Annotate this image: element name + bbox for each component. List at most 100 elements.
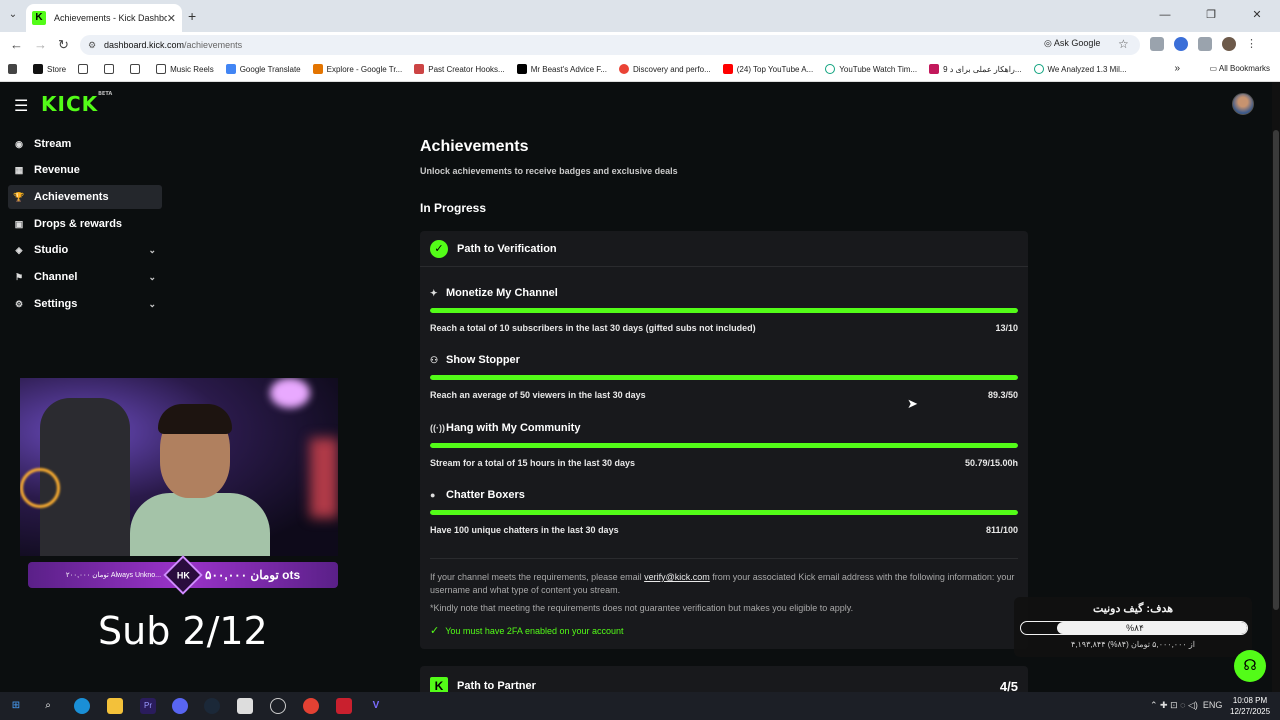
store-icon[interactable] [237, 698, 253, 714]
system-tray[interactable]: ⌃ ✚ ⊡ ◌ ◁) ENG [1150, 700, 1222, 711]
windows-start-icon[interactable]: ⊞ [8, 698, 24, 714]
achievement-name: Chatter Boxers [446, 489, 525, 501]
file-explorer-icon[interactable] [107, 698, 123, 714]
steam-icon[interactable] [204, 698, 220, 714]
achievement-desc: Have 100 unique chatters in the last 30 … [430, 525, 619, 535]
extension-icon[interactable] [1174, 37, 1188, 51]
tab-search-icon[interactable]: ⌄ [6, 8, 20, 22]
bookmark-star-icon[interactable]: ☆ [1118, 37, 1129, 51]
chrome-icon[interactable] [303, 698, 319, 714]
sidebar-item-label: Revenue [34, 164, 80, 176]
extension-icon[interactable] [1150, 37, 1164, 51]
all-bookmarks[interactable]: ▭ All Bookmarks [1210, 64, 1270, 73]
users-icon: ⚇ [430, 354, 439, 365]
forward-icon[interactable]: → [34, 37, 47, 52]
bookmark[interactable]: Mr Beast's Advice F... [516, 64, 607, 74]
more-menu-icon[interactable]: ⋮ [1246, 37, 1257, 51]
bookmark[interactable]: Discovery and perfo... [618, 64, 711, 74]
sidebar-item-drops-rewards[interactable]: ▣ Drops & rewards [8, 212, 162, 236]
sidebar-item-studio[interactable]: ◈ Studio ⌄ [8, 238, 162, 262]
scrollbar[interactable] [1272, 82, 1280, 692]
back-icon[interactable]: ← [10, 37, 23, 52]
close-window-icon[interactable]: ✕ [1234, 0, 1280, 30]
app-icon[interactable] [336, 698, 352, 714]
language-indicator[interactable]: ENG [1203, 700, 1223, 710]
ask-google-button[interactable]: ◎ Ask Google [1044, 38, 1100, 49]
achievement-name: Hang with My Community [446, 422, 581, 434]
verify-email-link[interactable]: verify@kick.com [644, 572, 710, 582]
donation-left: ۲۰۰,۰۰۰ تومان Always Unkno... [65, 572, 162, 579]
partner-card[interactable]: K Path to Partner 4/5 [420, 666, 1028, 692]
goal-bar: %۸۴ [1020, 621, 1248, 635]
bookmark[interactable]: Google Translate [225, 64, 301, 74]
sidebar-item-stream[interactable]: ◉ Stream [8, 132, 162, 156]
menu-icon[interactable]: ☰ [14, 96, 28, 116]
mouse-cursor-icon: ➤ [907, 396, 918, 411]
site-info-icon[interactable]: ⚙ [88, 35, 96, 55]
sub-counter: Sub 2/12 [98, 609, 268, 653]
goal-percent: %۸۴ [1126, 623, 1144, 633]
browser-tab[interactable]: K Achievements - Kick Dashboard ✕ [26, 4, 182, 32]
bookmark[interactable]: 9 راهکار عملی برای د... [929, 64, 1022, 74]
sidebar-item-channel[interactable]: ⚑ Channel ⌄ [8, 265, 162, 289]
bookmark-folder[interactable] [104, 64, 118, 74]
premiere-icon[interactable]: Pr [140, 698, 156, 714]
chart-icon: ▦ [14, 164, 24, 175]
bookmark-folder[interactable] [78, 64, 92, 74]
broadcast-icon: ((·)) [430, 423, 445, 433]
card-title: Path to Verification [457, 242, 557, 255]
verification-note: *Kindly note that meeting the requiremen… [430, 603, 854, 613]
chevron-down-icon: ⌄ [148, 298, 156, 309]
clock-icon[interactable] [270, 698, 286, 714]
kick-logo[interactable]: KICKBETA [41, 91, 112, 116]
support-chat-icon[interactable]: ☊ [1234, 650, 1266, 682]
tab-title: Achievements - Kick Dashboard [54, 13, 167, 23]
bookmark-folder[interactable]: Music Reels [156, 64, 214, 74]
page-icon [929, 64, 940, 74]
reload-icon[interactable]: ↻ [58, 37, 69, 53]
avatar[interactable] [1232, 93, 1254, 115]
tab-close-icon[interactable]: ✕ [167, 12, 176, 25]
edge-icon[interactable] [74, 698, 90, 714]
clock[interactable]: 10:08 PM 12/27/2025 [1230, 695, 1270, 717]
url-field[interactable]: ⚙ dashboard.kick.com/achievements [80, 35, 1140, 55]
tiktok-icon [516, 64, 527, 74]
folder-icon [156, 64, 167, 74]
minimize-icon[interactable]: — [1142, 0, 1188, 30]
progress-bar [430, 308, 1018, 313]
profile-icon[interactable] [1222, 37, 1236, 51]
bookmark[interactable]: Store [33, 64, 66, 74]
puzzle-icon[interactable] [1198, 37, 1212, 51]
bookmark[interactable]: YouTube Watch Tim... [825, 64, 917, 74]
sidebar-item-label: Studio [34, 244, 69, 256]
twofa-requirement: ✓ You must have 2FA enabled on your accou… [430, 624, 624, 637]
sidebar-item-revenue[interactable]: ▦ Revenue [8, 158, 162, 182]
donation-goal-widget: هدف: گیف دونیت %۸۴ ۴,۱۹۳,۸۴۴ از ۵,۰۰۰,۰۰… [1014, 597, 1252, 657]
restore-icon[interactable]: ❐ [1188, 0, 1234, 30]
trophy-icon: 🏆 [13, 191, 25, 202]
bookmark-folder[interactable] [130, 64, 144, 74]
apps-icon[interactable] [8, 64, 21, 74]
progress-bar [430, 510, 1018, 515]
bookmark[interactable]: (24) Top YouTube A... [722, 64, 813, 74]
progress-fill [430, 443, 1018, 448]
verification-card: ✓ Path to Verification ✦ Monetize My Chan… [420, 231, 1028, 649]
url-path: /achievements [184, 40, 243, 50]
windows-taskbar: ⊞ ⌕ Pr V ⌃ ✚ ⊡ ◌ ◁) ENG 10:08 PM 12/27/20… [0, 692, 1280, 720]
window-controls: — ❐ ✕ [1142, 0, 1280, 30]
search-icon[interactable]: ⌕ [40, 698, 56, 714]
bookmark[interactable]: We Analyzed 1.3 Mil... [1033, 64, 1127, 74]
sidebar-item-achievements[interactable]: 🏆 Achievements [8, 185, 162, 209]
donation-right: ۵۰۰,۰۰۰ تومان ots [205, 568, 301, 582]
bookmark[interactable]: Past Creator Hooks... [414, 64, 505, 74]
achievement-name: Show Stopper [446, 354, 520, 366]
bookmark[interactable]: Explore - Google Tr... [312, 64, 402, 74]
card-header[interactable]: ✓ Path to Verification [420, 231, 1028, 267]
new-tab-icon[interactable]: + [188, 8, 196, 24]
discord-icon[interactable] [172, 698, 188, 714]
page-icon [414, 64, 425, 74]
sidebar-item-settings[interactable]: ⚙ Settings ⌄ [8, 292, 162, 316]
page-title: Achievements [420, 138, 529, 155]
more-bookmarks-icon[interactable]: » [1174, 63, 1180, 74]
vegas-icon[interactable]: V [368, 698, 384, 714]
